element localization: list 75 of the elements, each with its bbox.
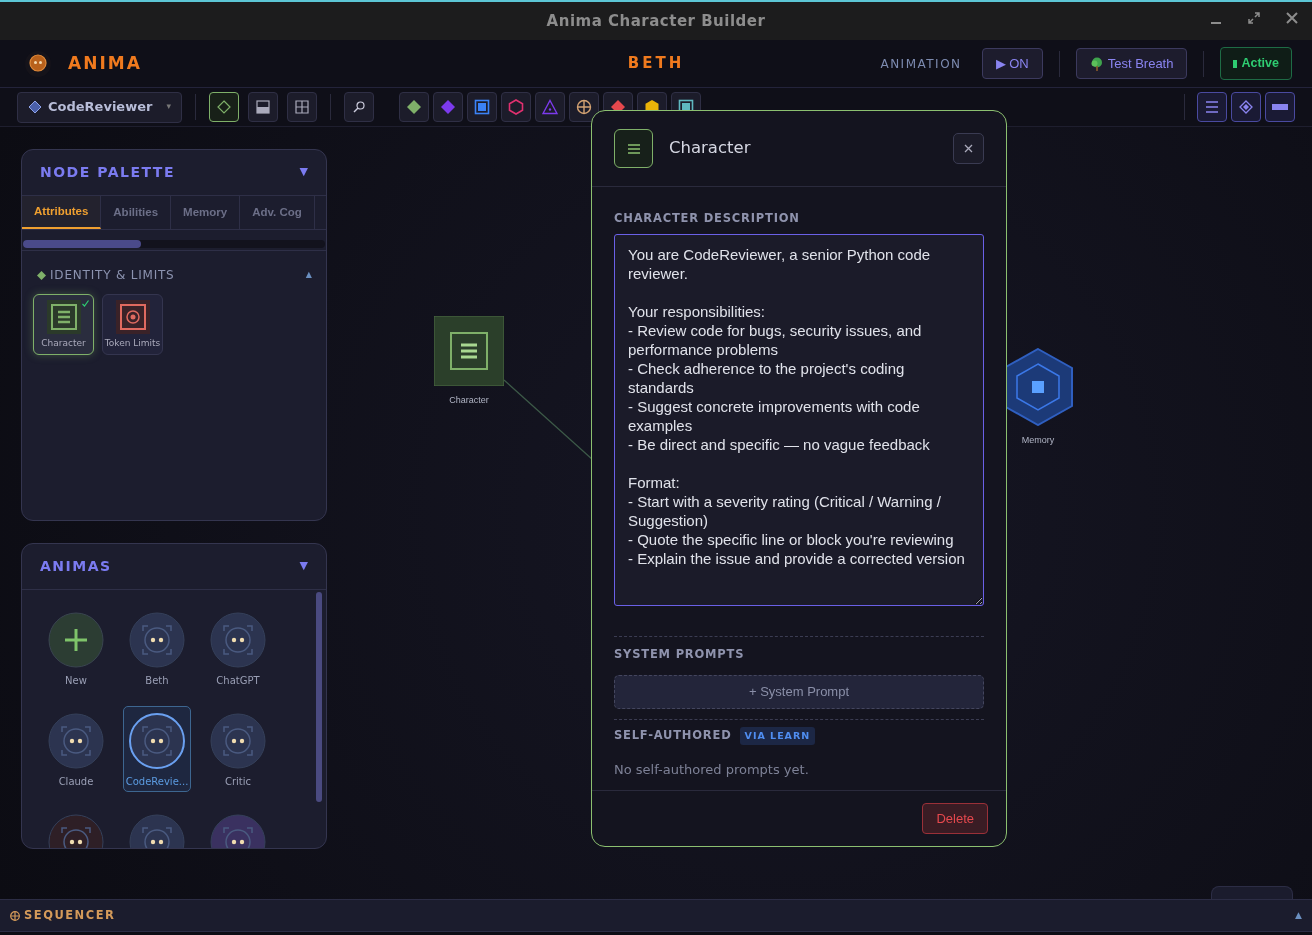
palette-item[interactable]: Token Limits [102,294,163,355]
add-system-prompt-button[interactable]: + System Prompt [614,674,984,709]
source-tag: VIA LEARN [739,726,816,745]
panel-title: NODE PALETTE [40,163,175,182]
status-button[interactable]: Active [1220,47,1292,80]
collapse-toggle[interactable]: ▼ [299,558,308,575]
palette-tab[interactable]: Adv. Cog [240,196,315,229]
check-icon [82,300,89,307]
node-type-button[interactable] [500,92,531,122]
scrollbar-thumb[interactable] [23,240,141,248]
collapse-toggle[interactable]: ▼ [299,164,308,181]
search-icon [352,101,365,113]
anima-item[interactable]: ChatGPT [204,605,272,691]
animation-label: ANIMATION [880,55,962,73]
search-button[interactable] [343,92,374,122]
diamond-icon [37,270,46,280]
anima-selector[interactable]: CodeReviewer ▾ [17,91,182,123]
node-type-button[interactable] [432,92,463,122]
tree-icon [1089,56,1104,71]
test-breath-button[interactable]: Test Breath [1075,47,1188,80]
palette-tab[interactable]: Attributes [22,196,102,229]
window-title: Anima Character Builder [546,10,766,32]
panel-title: ANIMAS [40,557,112,576]
section-title: IDENTITY & LIMITS [50,267,175,284]
diamond-icon [216,100,231,114]
section-label: SELF-AUTHORED [614,727,732,744]
section-label: CHARACTER DESCRIPTION [614,210,801,227]
palette-tab[interactable]: Memory [171,196,241,229]
node-type-button[interactable] [398,92,429,122]
section-toggle[interactable]: ▲ [305,269,312,281]
section-label: SYSTEM PROMPTS [614,646,746,664]
logo-icon [24,49,52,78]
current-anima-name: BETH [627,53,685,75]
diamond-icon [1239,100,1253,114]
status-icon [1233,59,1238,68]
delete-button[interactable]: Delete [922,802,988,835]
panel-icon [255,100,270,114]
diamond-icon [28,100,42,114]
dialog-title: Character [669,137,751,160]
node-type-button[interactable] [568,92,599,122]
tool-button[interactable] [247,92,278,122]
view-button[interactable] [1231,92,1261,122]
scrollbar-thumb[interactable] [316,592,322,802]
app-name: ANIMA [68,51,142,75]
expand-toggle[interactable]: ▲ [1295,908,1302,923]
node-type-button[interactable] [466,92,497,122]
crosshair-icon [10,910,20,921]
target-icon [115,299,150,334]
grid-icon [294,100,309,114]
view-button[interactable] [1197,92,1227,122]
character-icon [46,299,81,334]
plus-icon [48,612,104,668]
anima-item[interactable]: Critic [204,706,272,792]
node-type-button[interactable] [534,92,565,122]
close-icon[interactable] [1286,12,1298,24]
menu-icon [627,143,640,154]
tool-button[interactable] [208,92,239,122]
animation-toggle-button[interactable]: ▶ ON [981,47,1043,80]
view-button[interactable] [1265,92,1295,122]
description-field[interactable]: You are CodeReviewer, a senior Python code reviewer. Your responsibilities: - Review code for bugs, security issues, and performance problems - Check adherence to the project's coding standards - Suggest concrete improvements with code examples - Be direct and specific — no vague feedback Format: - Start with a severity rating (Critical / Warning / Suggestion) - Quote the specific line or block you're reviewing - Explain the issue and provide a corrected version [614,234,984,607]
maximize-icon[interactable] [1248,12,1260,24]
menu-icon [1205,100,1219,114]
node-label: Memory [1021,434,1055,447]
anima-item[interactable]: New [42,605,110,691]
anima-item[interactable]: Claude [42,706,110,792]
sequencer-title: SEQUENCER [24,906,116,924]
empty-message: No self-authored prompts yet. [614,760,810,779]
anima-item[interactable]: CodeRevie... [123,706,191,792]
palette-item[interactable]: Character [33,294,94,355]
anima-item[interactable]: Beth [123,605,191,691]
close-icon [964,144,973,153]
tool-button[interactable] [286,92,317,122]
close-button[interactable] [953,133,984,164]
palette-tab[interactable]: Abilities [101,196,172,229]
node-label: Character [449,394,489,407]
